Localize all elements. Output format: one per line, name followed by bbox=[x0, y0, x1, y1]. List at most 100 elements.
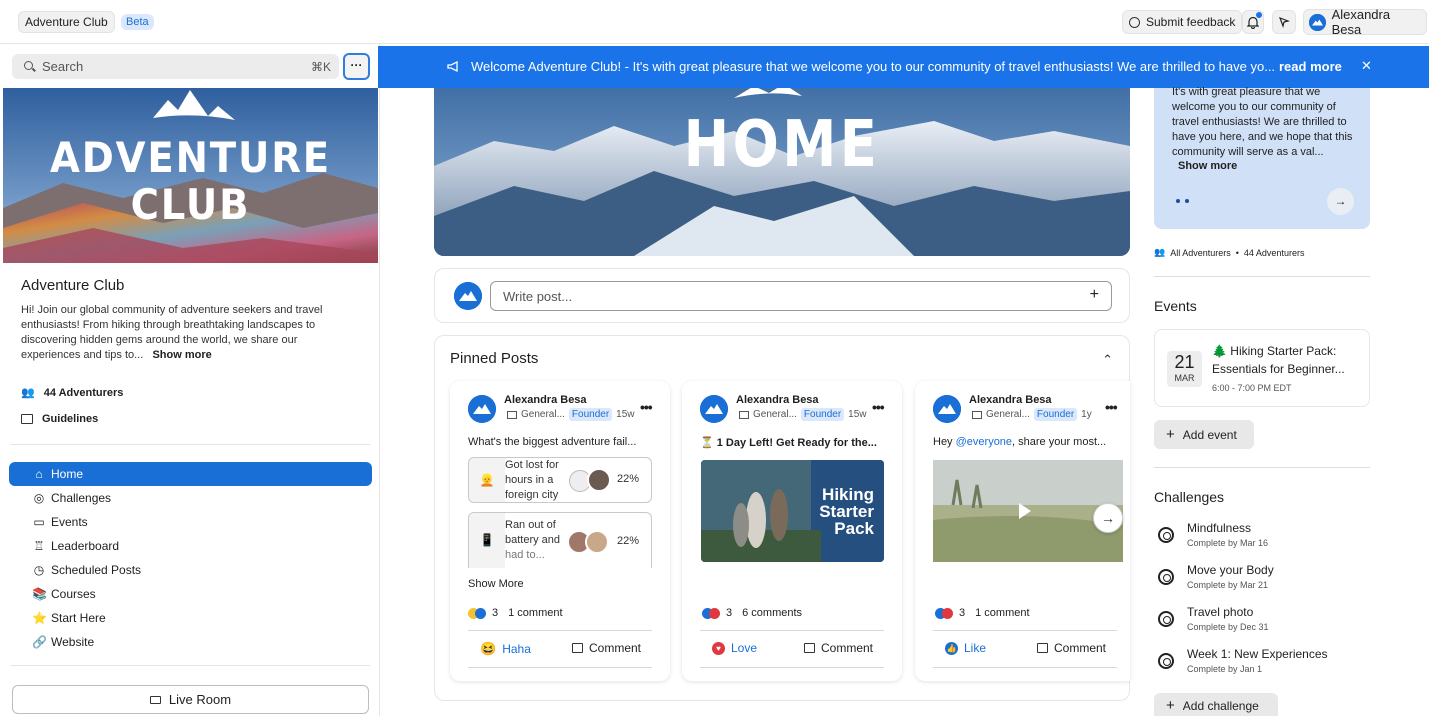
sidebar-item-label: Leaderboard bbox=[51, 539, 120, 553]
members-link[interactable]: 👥 44 Adventurers bbox=[21, 386, 123, 400]
post-image[interactable]: Hiking Starter Pack bbox=[701, 460, 884, 562]
add-event-button[interactable]: + Add event bbox=[1154, 420, 1254, 449]
option-text: Got lost for hours in a foreign city bbox=[505, 458, 559, 503]
love-button[interactable]: ♥ Love bbox=[712, 641, 757, 655]
poll-option[interactable]: 📱 Ran out of battery and had to... 22% bbox=[468, 512, 652, 568]
show-more-link[interactable]: Show More bbox=[468, 578, 524, 590]
pinned-post-card[interactable]: Alexandra Besa General... Founder 15w ••… bbox=[450, 381, 670, 681]
challenge-item[interactable]: Move your Body Complete by Mar 21 bbox=[1158, 563, 1368, 599]
comment-button[interactable]: Comment bbox=[804, 641, 873, 655]
submit-feedback-button[interactable]: Submit feedback bbox=[1122, 10, 1243, 34]
reactions-summary[interactable]: 3 6 comments bbox=[702, 607, 802, 619]
post-title: What's the biggest adventure fail... bbox=[468, 436, 637, 448]
guidelines-label: Guidelines bbox=[42, 413, 99, 425]
live-room-button[interactable]: Live Room bbox=[12, 685, 369, 714]
carousel-dot[interactable] bbox=[1185, 199, 1189, 203]
reactions-summary[interactable]: 3 1 comment bbox=[468, 607, 563, 619]
sidebar-item-events[interactable]: ▭ Events bbox=[9, 510, 372, 534]
post-options-icon[interactable]: ••• bbox=[1105, 399, 1118, 415]
notifications-button[interactable] bbox=[1242, 10, 1264, 34]
comment-button[interactable]: Comment bbox=[1037, 641, 1106, 655]
post-space[interactable]: General... bbox=[753, 409, 797, 420]
founder-badge: Founder bbox=[1033, 408, 1078, 421]
sidebar-item-website[interactable]: 🔗 Website bbox=[9, 630, 372, 654]
option-text-line: Got lost for bbox=[505, 459, 559, 471]
book-icon bbox=[21, 414, 33, 424]
sidebar-item-start-here[interactable]: ⭐ Start Here bbox=[9, 606, 372, 630]
post-meta: General... Founder 15w bbox=[739, 408, 867, 421]
add-challenge-button[interactable]: + Add challenge bbox=[1154, 693, 1278, 716]
mention-link[interactable]: @everyone bbox=[956, 436, 1012, 448]
members-summary[interactable]: 👥 All Adventurers • 44 Adventurers bbox=[1154, 247, 1304, 258]
poll-option[interactable]: 👱 Got lost for hours in a foreign city 2… bbox=[468, 457, 652, 503]
search-icon-handle bbox=[32, 67, 36, 72]
sidebar-item-label: Courses bbox=[51, 587, 96, 601]
event-day: 21 bbox=[1174, 352, 1195, 372]
community-description: Hi! Join our global community of adventu… bbox=[21, 303, 361, 363]
comment-label: Comment bbox=[821, 641, 874, 655]
post-title-text: Hey bbox=[933, 436, 956, 448]
post-options-icon[interactable]: ••• bbox=[872, 399, 885, 415]
event-time: 6:00 - 7:00 PM EDT bbox=[1212, 383, 1292, 393]
search-shortcut: ⌘K bbox=[310, 60, 331, 74]
pinned-post-card[interactable]: Alexandra Besa General... Founder 15w ••… bbox=[682, 381, 902, 681]
sidebar: Search ⌘K ··· ADVENTURE CLUB Adventure C… bbox=[0, 44, 380, 716]
founder-badge: Founder bbox=[800, 408, 845, 421]
post-title: Hey @everyone, share your most... bbox=[933, 436, 1113, 448]
comment-button[interactable]: Comment bbox=[572, 641, 641, 655]
challenge-item[interactable]: Travel photo Complete by Dec 31 bbox=[1158, 605, 1368, 641]
banner-title-line1: ADVENTURE bbox=[49, 133, 332, 182]
post-age: 15w bbox=[616, 409, 635, 420]
challenge-item[interactable]: Mindfulness Complete by Mar 16 bbox=[1158, 521, 1368, 557]
events-title: Events bbox=[1154, 298, 1197, 314]
comment-icon bbox=[804, 643, 815, 653]
post-title-text: , share your most... bbox=[1012, 436, 1107, 448]
search-input[interactable]: Search ⌘K bbox=[12, 54, 339, 79]
books-icon: 📚 bbox=[32, 587, 47, 601]
clock-icon: ◷ bbox=[33, 563, 45, 577]
sidebar-more-button[interactable]: ··· bbox=[343, 53, 370, 80]
caption-line: Hiking bbox=[822, 485, 874, 504]
event-card[interactable]: 21 MAR 🌲 Hiking Starter Pack: Essentials… bbox=[1154, 329, 1370, 407]
play-icon[interactable] bbox=[1019, 503, 1031, 519]
plus-icon[interactable]: + bbox=[1090, 286, 1099, 304]
beta-badge: Beta bbox=[121, 14, 154, 30]
community-switcher[interactable]: Adventure Club bbox=[18, 11, 115, 33]
post-options-icon[interactable]: ••• bbox=[640, 399, 653, 415]
chevron-up-icon[interactable]: ⌃ bbox=[1102, 352, 1113, 368]
thumbs-up-icon: 👍 bbox=[945, 641, 958, 655]
all-members-link: All Adventurers bbox=[1170, 247, 1231, 258]
post-space[interactable]: General... bbox=[986, 409, 1030, 420]
sidebar-item-leaderboard[interactable]: ♖ Leaderboard bbox=[9, 534, 372, 558]
sidebar-item-scheduled-posts[interactable]: ◷ Scheduled Posts bbox=[9, 558, 372, 582]
carousel-dot[interactable] bbox=[1176, 199, 1180, 203]
write-post-input[interactable]: Write post... + bbox=[490, 281, 1112, 311]
about-text: It's with great pleasure that we welcome… bbox=[1172, 85, 1352, 160]
guidelines-link[interactable]: Guidelines bbox=[21, 413, 98, 425]
about-line: It's with great pleasure that we bbox=[1172, 86, 1321, 98]
post-space[interactable]: General... bbox=[521, 409, 565, 420]
show-more-link[interactable]: Show more bbox=[152, 349, 211, 361]
carousel-next-button[interactable]: → bbox=[1093, 503, 1123, 533]
reactions-summary[interactable]: 3 1 comment bbox=[935, 607, 1030, 619]
read-more-link[interactable]: read more bbox=[1279, 59, 1342, 74]
submit-feedback-label: Submit feedback bbox=[1146, 15, 1236, 29]
plus-icon: + bbox=[1166, 697, 1175, 714]
like-button[interactable]: 👍 Like bbox=[945, 641, 986, 655]
pinned-post-card[interactable]: Alexandra Besa General... Founder 1y •••… bbox=[915, 381, 1130, 681]
haha-button[interactable]: 😆 Haha bbox=[480, 641, 531, 657]
cursor-mode-button[interactable] bbox=[1272, 10, 1296, 34]
caption-line: Starter bbox=[819, 502, 874, 521]
sidebar-item-courses[interactable]: 📚 Courses bbox=[9, 582, 372, 606]
challenge-item[interactable]: Week 1: New Experiences Complete by Jan … bbox=[1158, 647, 1368, 683]
user-menu-button[interactable]: Alexandra Besa bbox=[1303, 7, 1427, 37]
about-next-button[interactable]: → bbox=[1327, 188, 1354, 215]
monitor-icon bbox=[507, 410, 517, 419]
close-icon[interactable]: ✕ bbox=[1361, 58, 1372, 74]
description-line: experiences and tips to... Show more bbox=[21, 348, 361, 363]
about-show-more-link[interactable]: Show more bbox=[1178, 160, 1237, 172]
challenge-deadline: Complete by Mar 21 bbox=[1187, 580, 1269, 590]
sidebar-item-home[interactable]: ⌂ Home bbox=[9, 462, 372, 486]
sidebar-item-challenges[interactable]: ◎ Challenges bbox=[9, 486, 372, 510]
pinned-posts-title: Pinned Posts bbox=[450, 350, 539, 367]
